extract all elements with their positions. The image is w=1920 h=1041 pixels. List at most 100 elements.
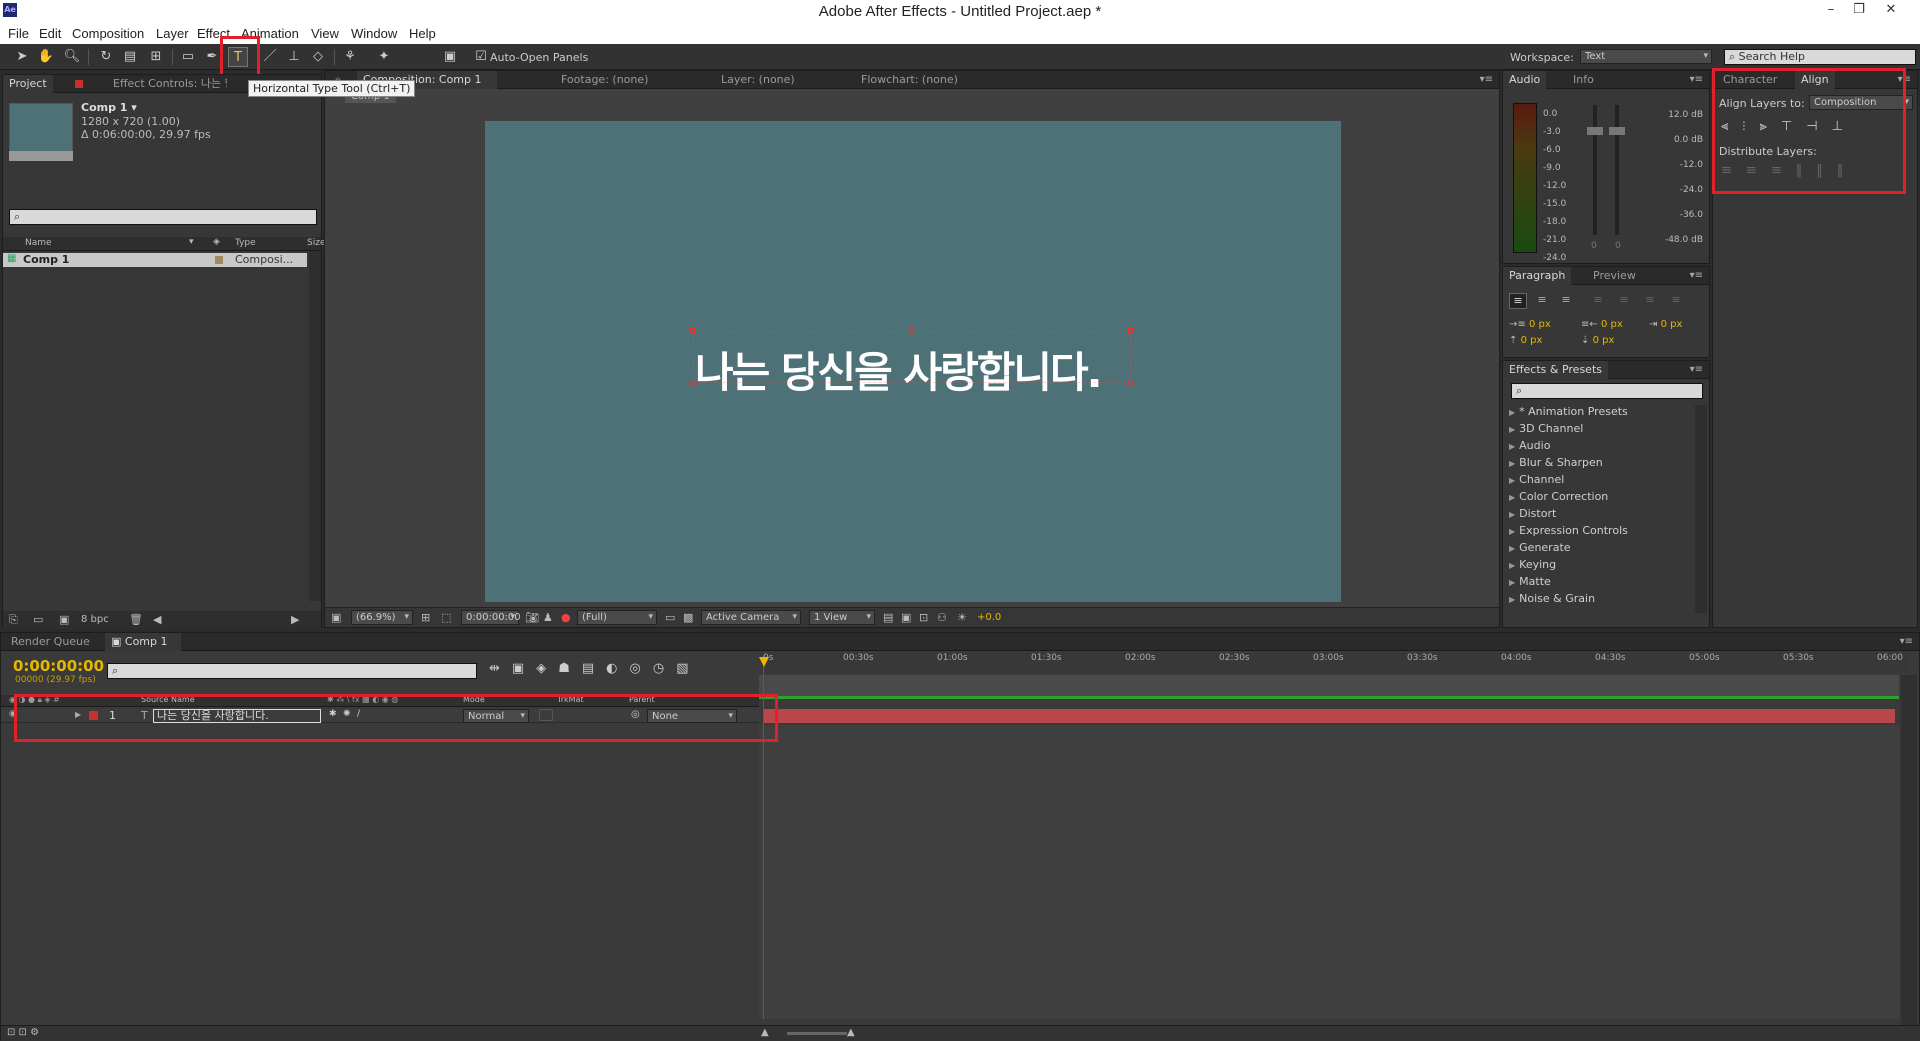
zoom-tool-icon[interactable]: 🔍︎ <box>62 47 82 67</box>
menu-window[interactable]: Window <box>351 26 397 41</box>
roto-brush-tool-icon[interactable]: ⚘ <box>340 47 360 67</box>
mask-toggle-icon[interactable]: ⬚ <box>441 611 451 624</box>
bbox-handle[interactable] <box>690 328 695 333</box>
new-comp-icon[interactable]: ▣ <box>59 613 69 626</box>
first-line-indent-field[interactable]: ⇥ 0 px <box>1649 319 1682 330</box>
panel-menu-icon[interactable]: ▾≡ <box>1480 74 1493 85</box>
minimize-button[interactable]: – <box>1818 0 1844 20</box>
timeline-scrollbar[interactable] <box>1901 675 1917 1035</box>
search-help-input[interactable]: ⌕ Search Help <box>1724 49 1916 65</box>
brainstorm-icon[interactable]: ◎ <box>630 661 653 676</box>
tab-paragraph[interactable]: Paragraph <box>1503 267 1572 285</box>
tab-footage[interactable]: Footage: (none) <box>555 71 654 89</box>
effect-category-item[interactable]: ▶ Audio <box>1509 439 1550 453</box>
align-center-text-icon[interactable]: ≡ <box>1533 293 1551 309</box>
tab-info[interactable]: Info <box>1567 71 1600 89</box>
bbox-handle[interactable] <box>909 381 914 386</box>
pen-tool-icon[interactable]: ✒ <box>202 47 222 67</box>
tab-comp-timeline[interactable]: ▣ Comp 1 <box>105 633 181 651</box>
snapshot-icon[interactable]: 📷︎ <box>525 611 539 624</box>
zoom-slider[interactable] <box>787 1032 847 1035</box>
effect-category-item[interactable]: ▶ Blur & Sharpen <box>1509 456 1603 470</box>
panel-menu-icon[interactable]: ▾≡ <box>1900 636 1913 647</box>
puppet-tool-icon[interactable]: ✦ <box>374 47 394 67</box>
menu-help[interactable]: Help <box>409 26 436 41</box>
tab-flowchart[interactable]: Flowchart: (none) <box>855 71 964 89</box>
toggle-pixel-icon[interactable]: ▤ <box>883 611 893 624</box>
flowchart-icon[interactable]: ⚇ <box>937 611 947 624</box>
time-ruler[interactable]: 0s 00:30s 01:00s 01:30s 02:00s 02:30s 03… <box>759 653 1909 673</box>
comp-name[interactable]: Comp 1 ▾ <box>81 101 137 114</box>
timeline-icon[interactable]: ⊡ <box>919 611 928 624</box>
layer-duration-bar[interactable] <box>763 709 1895 723</box>
space-before-field[interactable]: ⇡ 0 px <box>1509 335 1542 346</box>
tab-render-queue[interactable]: Render Queue <box>5 633 96 651</box>
effect-category-item[interactable]: ▶ Distort <box>1509 507 1556 521</box>
panel-menu-icon[interactable]: ▾≡ <box>1690 364 1703 375</box>
bbox-handle[interactable] <box>909 328 914 333</box>
brush-tool-icon[interactable]: ／ <box>260 47 280 67</box>
zoom-out-icon[interactable]: ▲ <box>761 1027 769 1038</box>
audio-slider-thumb[interactable] <box>1609 127 1625 135</box>
effect-category-item[interactable]: ▶ Generate <box>1509 541 1571 555</box>
space-after-value[interactable]: 0 px <box>1593 335 1615 346</box>
audio-slider-track[interactable] <box>1593 105 1597 235</box>
rectangle-tool-icon[interactable]: ▭ <box>178 47 198 67</box>
exposure-icon[interactable]: ☀ <box>957 611 967 624</box>
panel-menu-icon[interactable]: ▾≡ <box>1690 74 1703 85</box>
tab-effect-controls[interactable]: Effect Controls: 나는 당신 <box>107 75 227 93</box>
zoom-in-icon[interactable]: ▲ <box>847 1027 855 1038</box>
indent-right-field[interactable]: ≡← 0 px <box>1581 319 1623 330</box>
draft-3d-icon[interactable]: ◈ <box>536 661 558 676</box>
workspace-dropdown[interactable]: Text <box>1580 49 1712 64</box>
bpc-label[interactable]: 8 bpc <box>81 614 109 625</box>
effect-category-item[interactable]: ▶ 3D Channel <box>1509 422 1583 436</box>
effect-category-item[interactable]: ▶ Noise & Grain <box>1509 592 1595 606</box>
menu-composition[interactable]: Composition <box>72 26 144 41</box>
effect-category-item[interactable]: ▶ Matte <box>1509 575 1551 589</box>
rotation-tool-icon[interactable]: ↻ <box>96 47 116 67</box>
scroll-left-icon[interactable]: ◀ <box>153 613 161 626</box>
show-snapshot-icon[interactable]: ♟ <box>543 611 553 624</box>
clone-stamp-tool-icon[interactable]: ⊥ <box>284 47 304 67</box>
hide-shy-icon[interactable]: ☗ <box>558 661 582 676</box>
menu-view[interactable]: View <box>311 26 339 41</box>
frame-blending-icon[interactable]: ▤ <box>582 661 606 676</box>
bbox-handle[interactable] <box>1128 328 1133 333</box>
always-preview-icon[interactable]: ▣ <box>331 611 341 624</box>
safe-margins-icon[interactable]: ⊞ <box>421 611 430 624</box>
col-name[interactable]: Name <box>25 238 52 248</box>
indent-left-value[interactable]: 0 px <box>1529 319 1551 330</box>
tab-layer[interactable]: Layer: (none) <box>715 71 801 89</box>
tab-preview[interactable]: Preview <box>1587 267 1642 285</box>
timeline-timecode[interactable]: 0:00:00:00 <box>13 657 104 675</box>
render-icon[interactable]: ▧ <box>676 661 700 676</box>
project-item-row[interactable]: ▦ Comp 1 Composi... <box>3 253 307 267</box>
camera-dropdown[interactable]: Active Camera <box>701 610 801 625</box>
live-update-icon[interactable]: ▣ <box>512 661 536 676</box>
timecode-display[interactable]: 0:00:00:00 <box>461 610 521 625</box>
comp-canvas[interactable]: 나는 당신을 사랑합니다. <box>485 121 1341 602</box>
effect-category-item[interactable]: ▶ Keying <box>1509 558 1556 572</box>
graph-editor-icon[interactable]: ◷ <box>653 661 676 676</box>
exposure-value[interactable]: +0.0 <box>977 612 1001 623</box>
effect-category-item[interactable]: ▶ Color Correction <box>1509 490 1608 504</box>
toggle-switches-icon[interactable]: ⊡ ⊡ ⚙ <box>7 1027 39 1038</box>
resolution-dropdown[interactable]: (Full) <box>577 610 657 625</box>
bbox-handle[interactable] <box>690 381 695 386</box>
space-after-field[interactable]: ⇣ 0 px <box>1581 335 1614 346</box>
tab-effects-presets[interactable]: Effects & Presets <box>1503 361 1608 379</box>
align-right-text-icon[interactable]: ≡ <box>1557 293 1575 309</box>
tab-project[interactable]: Project <box>3 75 53 93</box>
first-line-indent-value[interactable]: 0 px <box>1661 319 1683 330</box>
panel-menu-icon[interactable]: ▾≡ <box>1690 270 1703 281</box>
col-type[interactable]: Type <box>235 238 256 248</box>
interpret-footage-icon[interactable]: ⎘ <box>9 613 18 627</box>
menu-file[interactable]: File <box>8 26 29 41</box>
comp-mini-flowchart-icon[interactable]: ⇹ <box>489 661 512 676</box>
region-of-interest-icon[interactable]: ▭ <box>665 611 675 624</box>
trash-icon[interactable]: 🗑︎ <box>129 613 143 626</box>
effect-category-item[interactable]: ▶ * Animation Presets <box>1509 405 1628 419</box>
motion-blur-icon[interactable]: ◐ <box>606 661 629 676</box>
auto-open-checkbox[interactable]: ☑ <box>474 47 488 67</box>
